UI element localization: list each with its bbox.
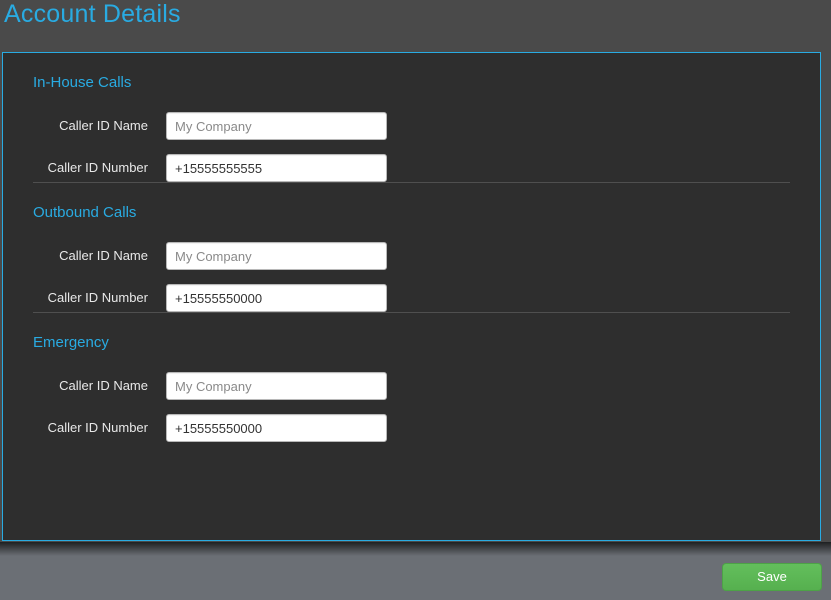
input-caller-id-number[interactable] <box>166 154 387 182</box>
input-caller-id-name[interactable] <box>166 242 387 270</box>
label-caller-id-name: Caller ID Name <box>59 248 148 263</box>
label-caller-id-number: Caller ID Number <box>47 290 148 305</box>
section-emergency: Emergency Caller ID Name Caller ID Numbe… <box>3 312 820 442</box>
label-caller-id-name: Caller ID Name <box>59 118 148 133</box>
input-caller-id-name[interactable] <box>166 372 387 400</box>
label-caller-id-number: Caller ID Number <box>47 420 148 435</box>
footer-shadow <box>0 542 831 556</box>
section-title-emergency: Emergency <box>33 334 109 351</box>
field-row-caller-id-name: Caller ID Name <box>3 372 820 400</box>
account-details-panel: In-House Calls Caller ID Name Caller ID … <box>2 52 821 541</box>
section-in-house-calls: In-House Calls Caller ID Name Caller ID … <box>3 53 820 182</box>
label-caller-id-name: Caller ID Name <box>59 378 148 393</box>
footer-bar: Save <box>0 542 831 600</box>
section-title-outbound-calls: Outbound Calls <box>33 204 137 221</box>
field-row-caller-id-name: Caller ID Name <box>3 112 820 140</box>
field-row-caller-id-number: Caller ID Number <box>3 154 820 182</box>
section-title-in-house-calls: In-House Calls <box>33 74 132 91</box>
field-row-caller-id-number: Caller ID Number <box>3 414 820 442</box>
save-button[interactable]: Save <box>722 563 822 591</box>
section-outbound-calls: Outbound Calls Caller ID Name Caller ID … <box>3 182 820 312</box>
field-row-caller-id-name: Caller ID Name <box>3 242 820 270</box>
input-caller-id-number[interactable] <box>166 414 387 442</box>
field-row-caller-id-number: Caller ID Number <box>3 284 820 312</box>
input-caller-id-name[interactable] <box>166 112 387 140</box>
label-caller-id-number: Caller ID Number <box>47 160 148 175</box>
account-details-screen: Account Details In-House Calls Caller ID… <box>0 0 831 600</box>
input-caller-id-number[interactable] <box>166 284 387 312</box>
page-title: Account Details <box>4 0 181 28</box>
